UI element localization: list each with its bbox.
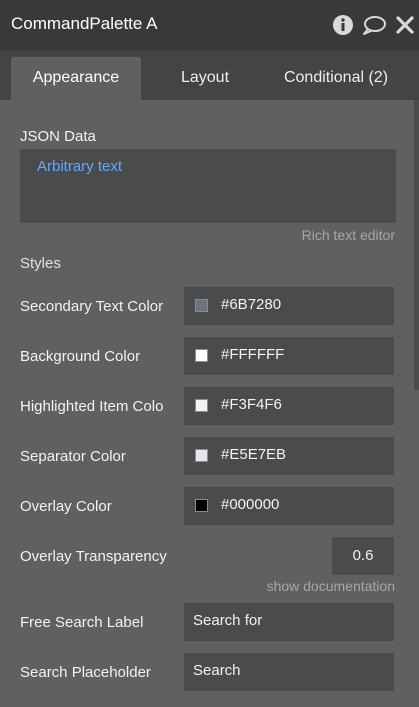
panel-header: CommandPalette A: [0, 0, 419, 50]
background-color-label: Background Color: [20, 348, 141, 365]
overlay-transparency-input[interactable]: 0.6: [332, 537, 394, 575]
search-placeholder-label: Search Placeholder: [20, 664, 151, 681]
input-value: Search: [193, 662, 241, 679]
color-value: #E5E7EB: [221, 446, 287, 463]
rich-text-editor-link[interactable]: Rich text editor: [302, 227, 395, 243]
highlighted-item-color-field[interactable]: #F3F4F6: [184, 387, 394, 425]
color-swatch[interactable]: [195, 299, 208, 312]
color-value: #F3F4F6: [221, 396, 282, 413]
color-value: #6B7280: [221, 296, 282, 313]
overlay-color-label: Overlay Color: [20, 498, 112, 515]
tab-layout[interactable]: Layout: [150, 57, 260, 100]
separator-color-field[interactable]: #E5E7EB: [184, 437, 394, 475]
free-search-label-input[interactable]: Search for: [184, 603, 394, 641]
free-search-label-label: Free Search Label: [20, 614, 144, 631]
background-color-field[interactable]: #FFFFFF: [184, 337, 394, 375]
secondary-text-color-label: Secondary Text Color: [20, 298, 164, 315]
panel-title: CommandPalette A: [11, 14, 158, 33]
overlay-transparency-label: Overlay Transparency: [20, 548, 167, 565]
color-swatch[interactable]: [195, 399, 208, 412]
color-swatch[interactable]: [195, 349, 208, 362]
json-data-label: JSON Data: [20, 128, 96, 145]
color-swatch[interactable]: [195, 449, 208, 462]
comment-icon[interactable]: [361, 14, 387, 36]
input-value: Search for: [193, 612, 263, 629]
search-placeholder-input[interactable]: Search: [184, 653, 394, 691]
secondary-text-color-field[interactable]: #6B7280: [184, 287, 394, 325]
tab-conditional[interactable]: Conditional (2): [270, 57, 402, 100]
info-icon[interactable]: [332, 14, 354, 36]
show-documentation-link[interactable]: show documentation: [267, 578, 395, 594]
json-data-input[interactable]: Arbitrary text: [20, 149, 396, 223]
color-value: #000000: [221, 496, 280, 513]
separator-color-label: Separator Color: [20, 448, 126, 465]
color-value: #FFFFFF: [221, 346, 285, 363]
tab-bar: Appearance Layout Conditional (2): [0, 50, 419, 100]
highlighted-item-color-label: Highlighted Item Colo: [20, 398, 164, 415]
overlay-color-field[interactable]: #000000: [184, 487, 394, 525]
close-icon[interactable]: [395, 14, 415, 36]
styles-heading: Styles: [20, 255, 61, 272]
tab-appearance[interactable]: Appearance: [11, 57, 141, 100]
scrollbar[interactable]: [414, 100, 419, 390]
color-swatch[interactable]: [195, 499, 208, 512]
